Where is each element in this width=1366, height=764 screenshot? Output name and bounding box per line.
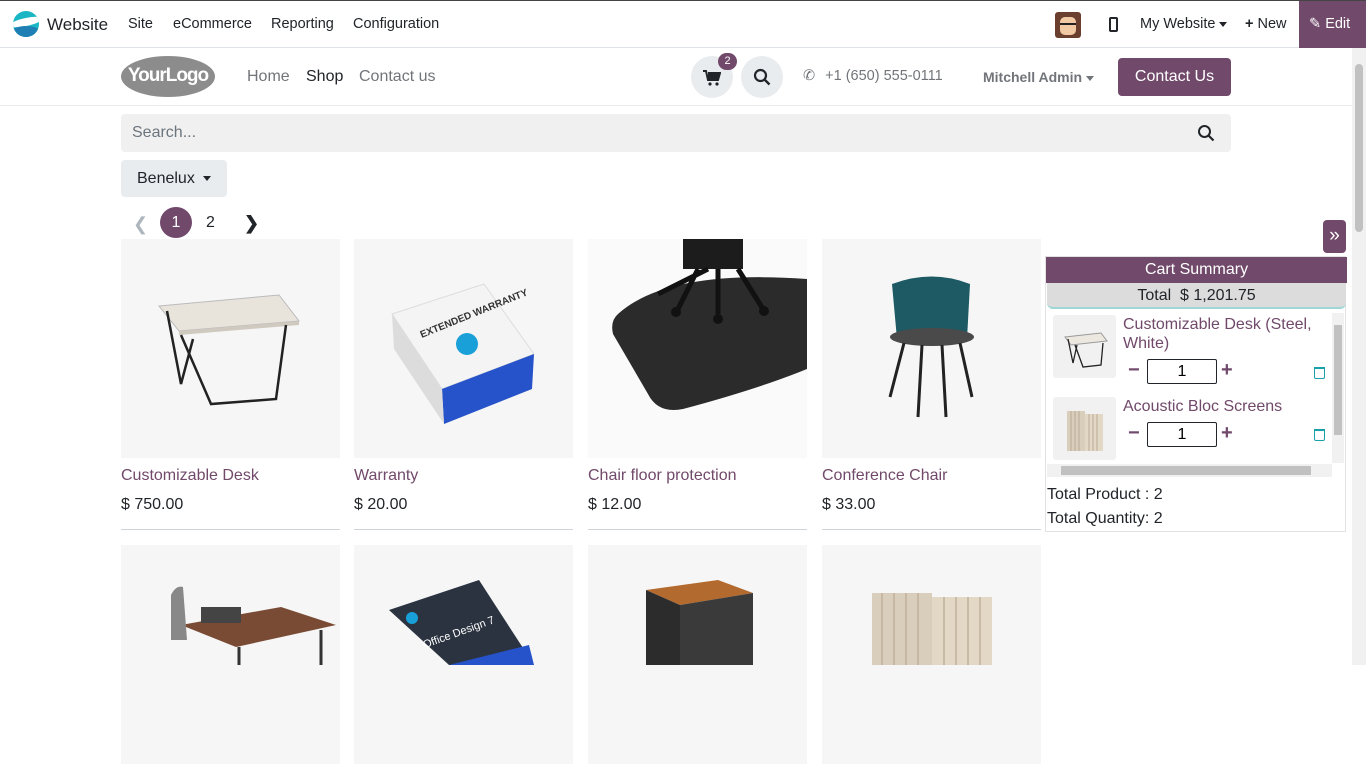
user-menu[interactable]: Mitchell Admin: [983, 69, 1095, 85]
user-avatar[interactable]: [1055, 12, 1081, 38]
menu-reporting[interactable]: Reporting: [271, 16, 334, 32]
product-name[interactable]: Warranty: [354, 467, 418, 485]
divider: [822, 529, 1041, 530]
search-icon: [753, 68, 771, 86]
menu-configuration[interactable]: Configuration: [353, 16, 439, 32]
collapse-panel-button[interactable]: »: [1323, 220, 1346, 253]
pager-page-2[interactable]: 2: [206, 214, 215, 232]
double-chevron-right-icon: »: [1329, 225, 1340, 246]
divider: [588, 529, 807, 530]
product-name[interactable]: Conference Chair: [822, 467, 947, 485]
pricelist-dropdown[interactable]: Benelux: [121, 160, 227, 197]
cart-item-name[interactable]: Acoustic Bloc Screens: [1123, 397, 1323, 416]
cart-horizontal-scrollbar[interactable]: [1047, 464, 1332, 477]
menu-ecommerce[interactable]: eCommerce: [173, 16, 252, 32]
product-image-cabinet[interactable]: [588, 545, 807, 764]
product-price: $ 750.00: [121, 496, 184, 513]
product-name[interactable]: Customizable Desk: [121, 467, 259, 485]
product-price: $ 20.00: [354, 496, 408, 513]
product-image-floor-mat[interactable]: [588, 239, 807, 458]
search-icon[interactable]: [1197, 124, 1215, 142]
pencil-icon: ✎: [1309, 16, 1322, 32]
search-toggle-button[interactable]: [741, 56, 783, 98]
product-image-office-design[interactable]: Office Design 7: [354, 545, 573, 764]
total-product: Total Product : 2: [1047, 486, 1163, 503]
mobile-preview-icon[interactable]: [1109, 17, 1118, 32]
edit-button[interactable]: ✎ Edit: [1299, 1, 1366, 48]
nav-shop[interactable]: Shop: [306, 68, 343, 86]
cart-item-quantity-input[interactable]: [1147, 422, 1217, 447]
divider: [121, 529, 340, 530]
odoo-app-icon[interactable]: [13, 11, 39, 37]
cart-count-badge: 2: [718, 53, 737, 70]
plus-icon: +: [1245, 16, 1254, 32]
cart-item-name[interactable]: Customizable Desk (Steel, White): [1123, 315, 1323, 353]
product-image-screens[interactable]: [822, 545, 1041, 764]
pager-next-icon[interactable]: ❯: [244, 213, 259, 234]
phone-icon: ✆: [803, 68, 816, 84]
minus-icon[interactable]: −: [1128, 359, 1140, 382]
cart-item-thumbnail: [1053, 315, 1116, 378]
product-name[interactable]: Chair floor protection: [588, 467, 737, 485]
chevron-down-icon: [1219, 21, 1228, 27]
trash-icon[interactable]: [1314, 367, 1325, 379]
cart-summary-title: Cart Summary: [1046, 257, 1347, 283]
trash-icon[interactable]: [1314, 429, 1325, 441]
product-price: $ 12.00: [588, 496, 642, 513]
cart-item-quantity-input[interactable]: [1147, 359, 1217, 384]
product-price: $ 33.00: [822, 496, 876, 513]
new-button[interactable]: + New: [1245, 16, 1287, 32]
scrollbar-thumb[interactable]: [1334, 325, 1342, 435]
contact-us-button[interactable]: Contact Us: [1118, 58, 1231, 96]
pager-prev-icon[interactable]: ❮: [133, 214, 148, 235]
cart-vertical-scrollbar[interactable]: [1332, 313, 1344, 463]
product-image-warranty[interactable]: EXTENDED WARRANTY: [354, 239, 573, 458]
scrollbar-thumb[interactable]: [1355, 64, 1363, 232]
chevron-down-icon: [202, 176, 211, 182]
site-logo[interactable]: YourLogo: [121, 56, 215, 97]
page-scrollbar[interactable]: [1352, 48, 1366, 665]
minus-icon[interactable]: −: [1128, 422, 1140, 445]
product-image-chair[interactable]: [822, 239, 1041, 458]
cart-summary-total: Total $ 1,201.75: [1047, 283, 1346, 309]
website-switcher[interactable]: My Website: [1140, 16, 1228, 32]
nav-contact-us[interactable]: Contact us: [359, 68, 435, 86]
scrollbar-thumb[interactable]: [1061, 466, 1311, 475]
product-search-input[interactable]: [121, 114, 1231, 152]
app-name[interactable]: Website: [47, 15, 108, 35]
odoo-topbar: Website Site eCommerce Reporting Configu…: [0, 0, 1366, 48]
phone-link[interactable]: ✆ +1 (650) 555-0111: [803, 68, 943, 84]
plus-icon[interactable]: +: [1221, 422, 1233, 445]
divider: [354, 529, 573, 530]
product-image-office-desk[interactable]: [121, 545, 340, 764]
plus-icon[interactable]: +: [1221, 359, 1233, 382]
nav-home[interactable]: Home: [247, 68, 290, 86]
cart-item-thumbnail: [1053, 397, 1116, 460]
menu-site[interactable]: Site: [128, 16, 153, 32]
product-image-desk[interactable]: [121, 239, 340, 458]
chevron-down-icon: [1086, 75, 1095, 81]
cart-icon: [703, 70, 721, 86]
total-quantity: Total Quantity: 2: [1047, 510, 1163, 527]
pager-page-1[interactable]: 1: [160, 207, 192, 238]
